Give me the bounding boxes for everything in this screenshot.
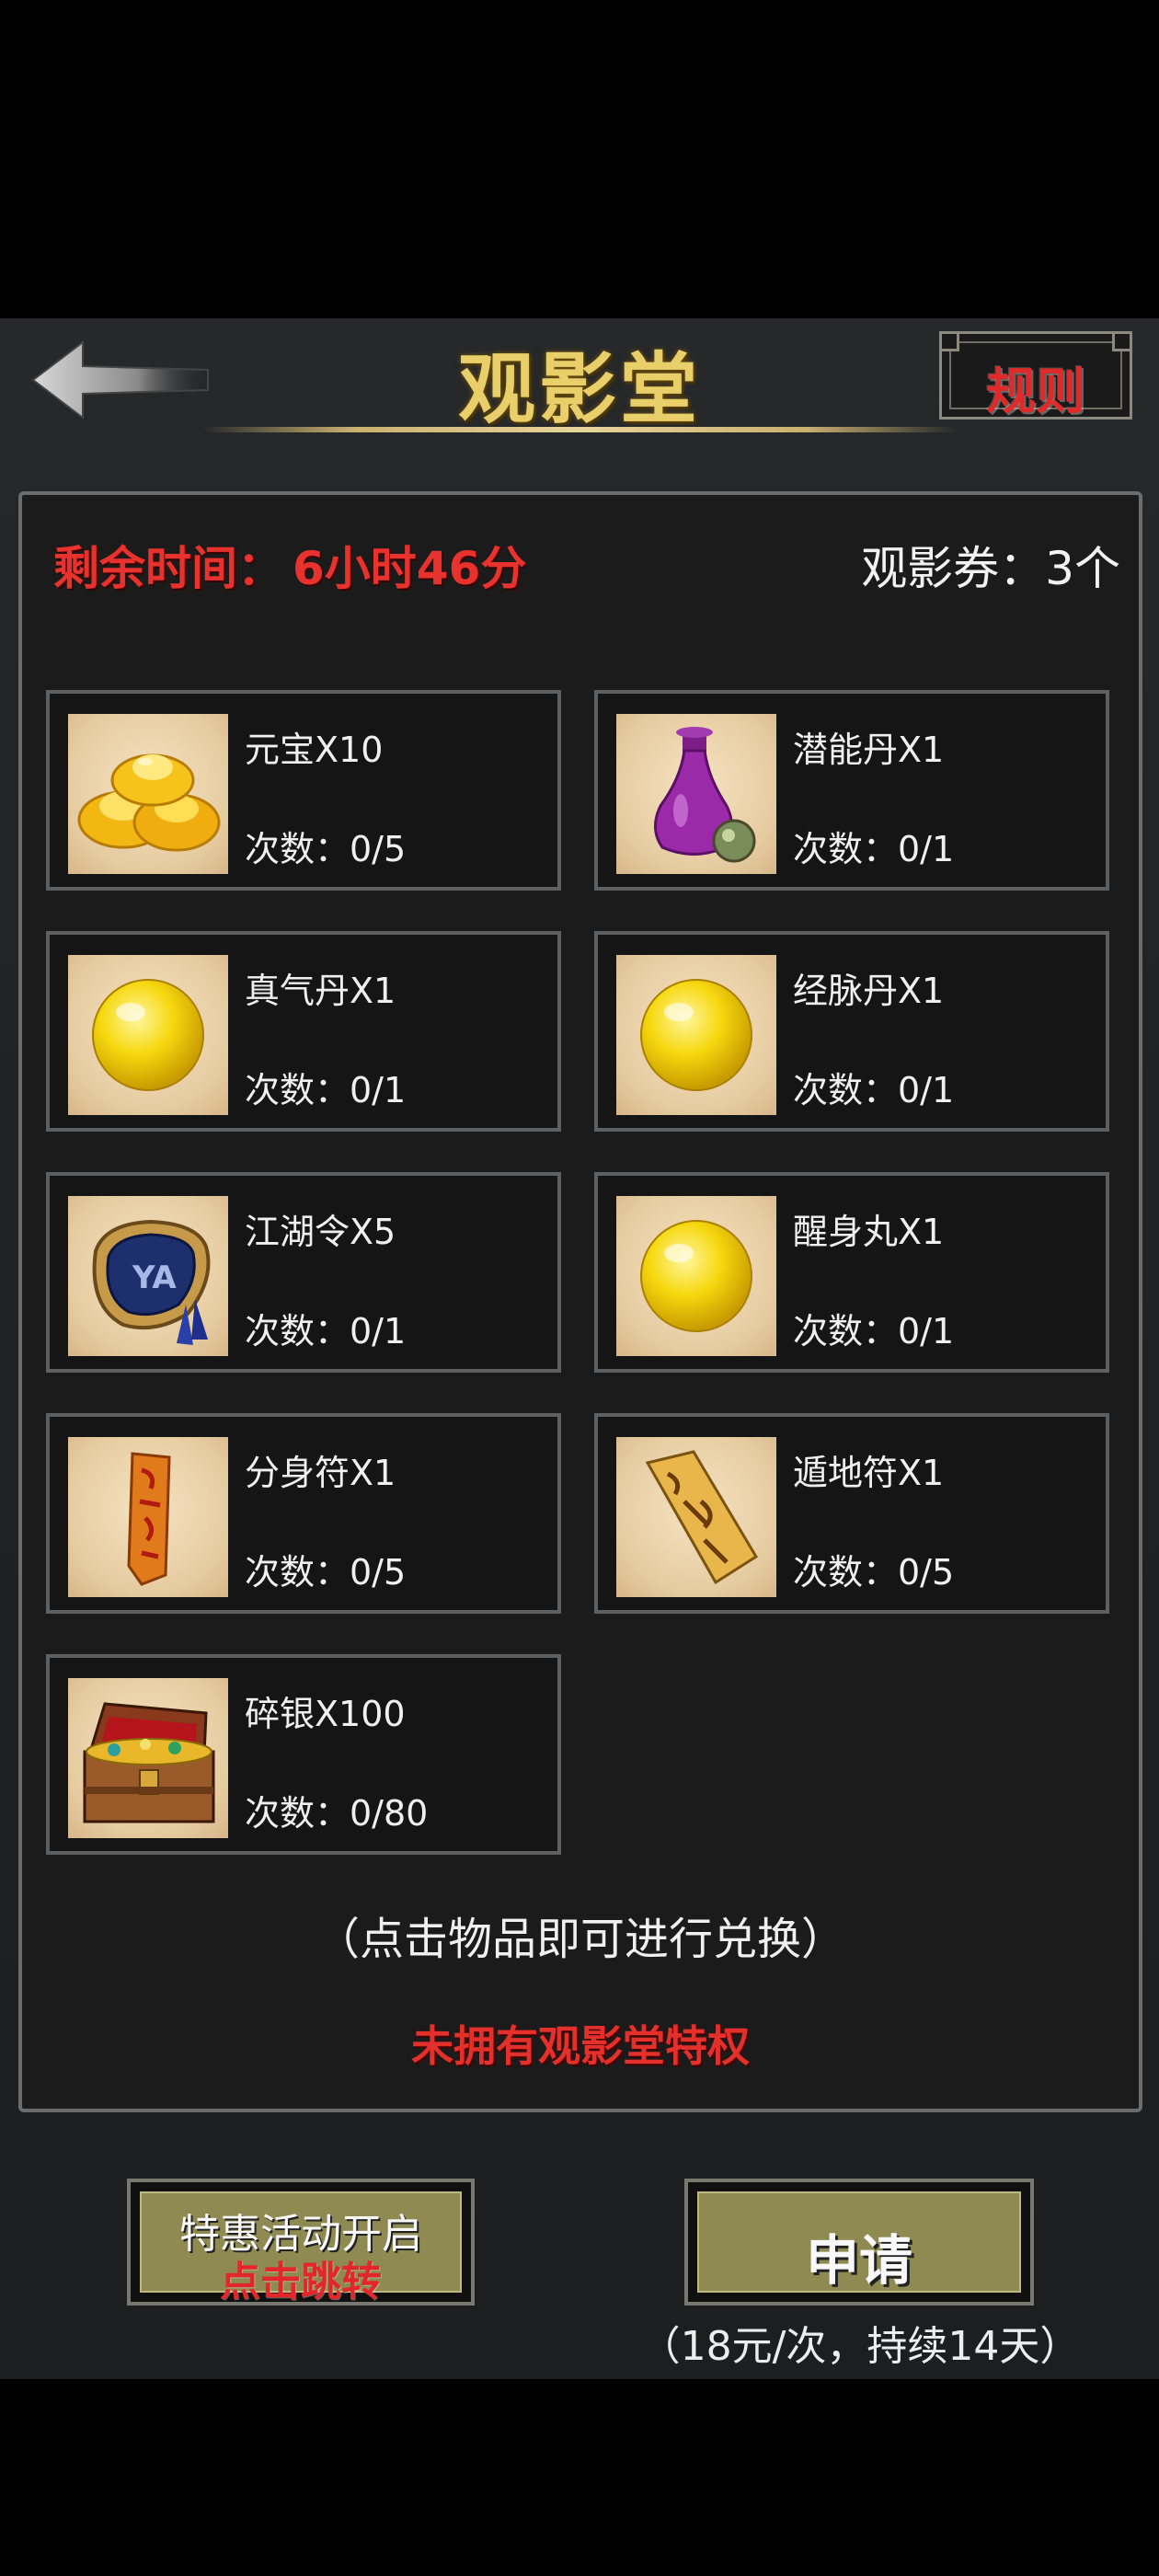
- promo-jump-button[interactable]: 特惠活动开启 点击跳转: [127, 2179, 475, 2306]
- item-name: 经脉丹X1: [793, 971, 945, 1011]
- item-thumb: YA: [68, 1196, 228, 1356]
- ticket-count: 观影券：3个: [861, 542, 1120, 595]
- item-thumb: [68, 714, 228, 874]
- price-note: （18元/次，持续14天）: [639, 2323, 1081, 2370]
- remaining-time: 剩余时间： 6小时46分: [53, 532, 526, 598]
- item-card-zhenqi[interactable]: 真气丹X1 次数：0/1: [46, 931, 561, 1132]
- gold-ingots-icon: [77, 753, 221, 852]
- yellow-pill-icon: [640, 979, 752, 1091]
- item-card-xingshen[interactable]: 醒身丸X1 次数：0/1: [594, 1172, 1109, 1373]
- rules-button-label: 规则: [986, 362, 1085, 420]
- item-thumb: [616, 1437, 776, 1597]
- item-count: 次数：0/5: [793, 1552, 955, 1593]
- apply-button[interactable]: 申请: [684, 2179, 1034, 2306]
- item-name: 碎银X100: [245, 1694, 406, 1734]
- privilege-status: 未拥有观影堂特权: [411, 2021, 750, 2071]
- item-thumb: [616, 1196, 776, 1356]
- item-card-jianghu[interactable]: YA 江湖令X5 次数：0/1: [46, 1172, 561, 1373]
- promo-link: 点击跳转: [220, 2259, 382, 2306]
- item-thumb: [616, 714, 776, 874]
- item-name: 潜能丹X1: [793, 730, 945, 770]
- item-thumb: [68, 1678, 228, 1838]
- item-thumb: [68, 1437, 228, 1597]
- item-name: 分身符X1: [245, 1453, 396, 1493]
- apply-button-label: 申请: [805, 2229, 912, 2292]
- frame-corner: [939, 331, 959, 351]
- item-count: 次数：0/1: [245, 1070, 407, 1110]
- item-card-yuanbao[interactable]: 元宝X10 次数：0/5: [46, 690, 561, 891]
- screen: 观影堂 规则 剩余时间： 6小时46分 观影券：3个 元宝X10 次数：0/5 …: [0, 318, 1159, 2379]
- item-thumb: [68, 955, 228, 1115]
- item-card-dundi[interactable]: 遁地符X1 次数：0/5: [594, 1413, 1109, 1614]
- remaining-time-value: 6小时46分: [293, 542, 527, 595]
- purple-vase-icon: [654, 727, 756, 863]
- item-name: 醒身丸X1: [793, 1212, 945, 1252]
- title-divider: [202, 427, 957, 432]
- svg-text:YA: YA: [132, 1259, 177, 1296]
- item-name: 江湖令X5: [245, 1212, 396, 1252]
- item-count: 次数：0/5: [245, 1552, 407, 1593]
- item-card-qianneng[interactable]: 潜能丹X1 次数：0/1: [594, 690, 1109, 891]
- token-pouch-icon: YA: [92, 1219, 211, 1345]
- item-card-suiyin[interactable]: 碎银X100 次数：0/80: [46, 1654, 561, 1855]
- promo-button-fill: 特惠活动开启 点击跳转: [140, 2191, 462, 2306]
- item-count: 次数：0/80: [245, 1793, 429, 1834]
- item-name: 遁地符X1: [793, 1453, 945, 1493]
- item-card-jingmai[interactable]: 经脉丹X1 次数：0/1: [594, 931, 1109, 1132]
- item-name: 真气丹X1: [245, 971, 396, 1011]
- remaining-time-label: 剩余时间：: [53, 542, 283, 595]
- exchange-panel: 剩余时间： 6小时46分 观影券：3个 元宝X10 次数：0/5 潜能丹X1 次…: [18, 491, 1142, 2112]
- frame-corner: [1112, 331, 1132, 351]
- apply-button-fill: 申请: [697, 2191, 1021, 2293]
- treasure-chest-icon: [83, 1702, 215, 1823]
- red-talisman-icon: [127, 1452, 171, 1586]
- yellow-talisman-icon: [645, 1450, 759, 1585]
- item-thumb: [616, 955, 776, 1115]
- item-count: 次数：0/1: [793, 1311, 955, 1351]
- item-count: 次数：0/1: [245, 1311, 407, 1351]
- rules-button[interactable]: 规则: [939, 331, 1132, 420]
- item-card-fenshen[interactable]: 分身符X1 次数：0/5: [46, 1413, 561, 1614]
- item-count: 次数：0/1: [793, 1070, 955, 1110]
- yellow-pill-icon: [92, 979, 204, 1091]
- item-count: 次数：0/5: [245, 829, 407, 869]
- item-count: 次数：0/1: [793, 829, 955, 869]
- yellow-pill-icon: [640, 1220, 752, 1332]
- exchange-hint: （点击物品即可进行兑换）: [315, 1914, 845, 1965]
- item-name: 元宝X10: [245, 730, 384, 770]
